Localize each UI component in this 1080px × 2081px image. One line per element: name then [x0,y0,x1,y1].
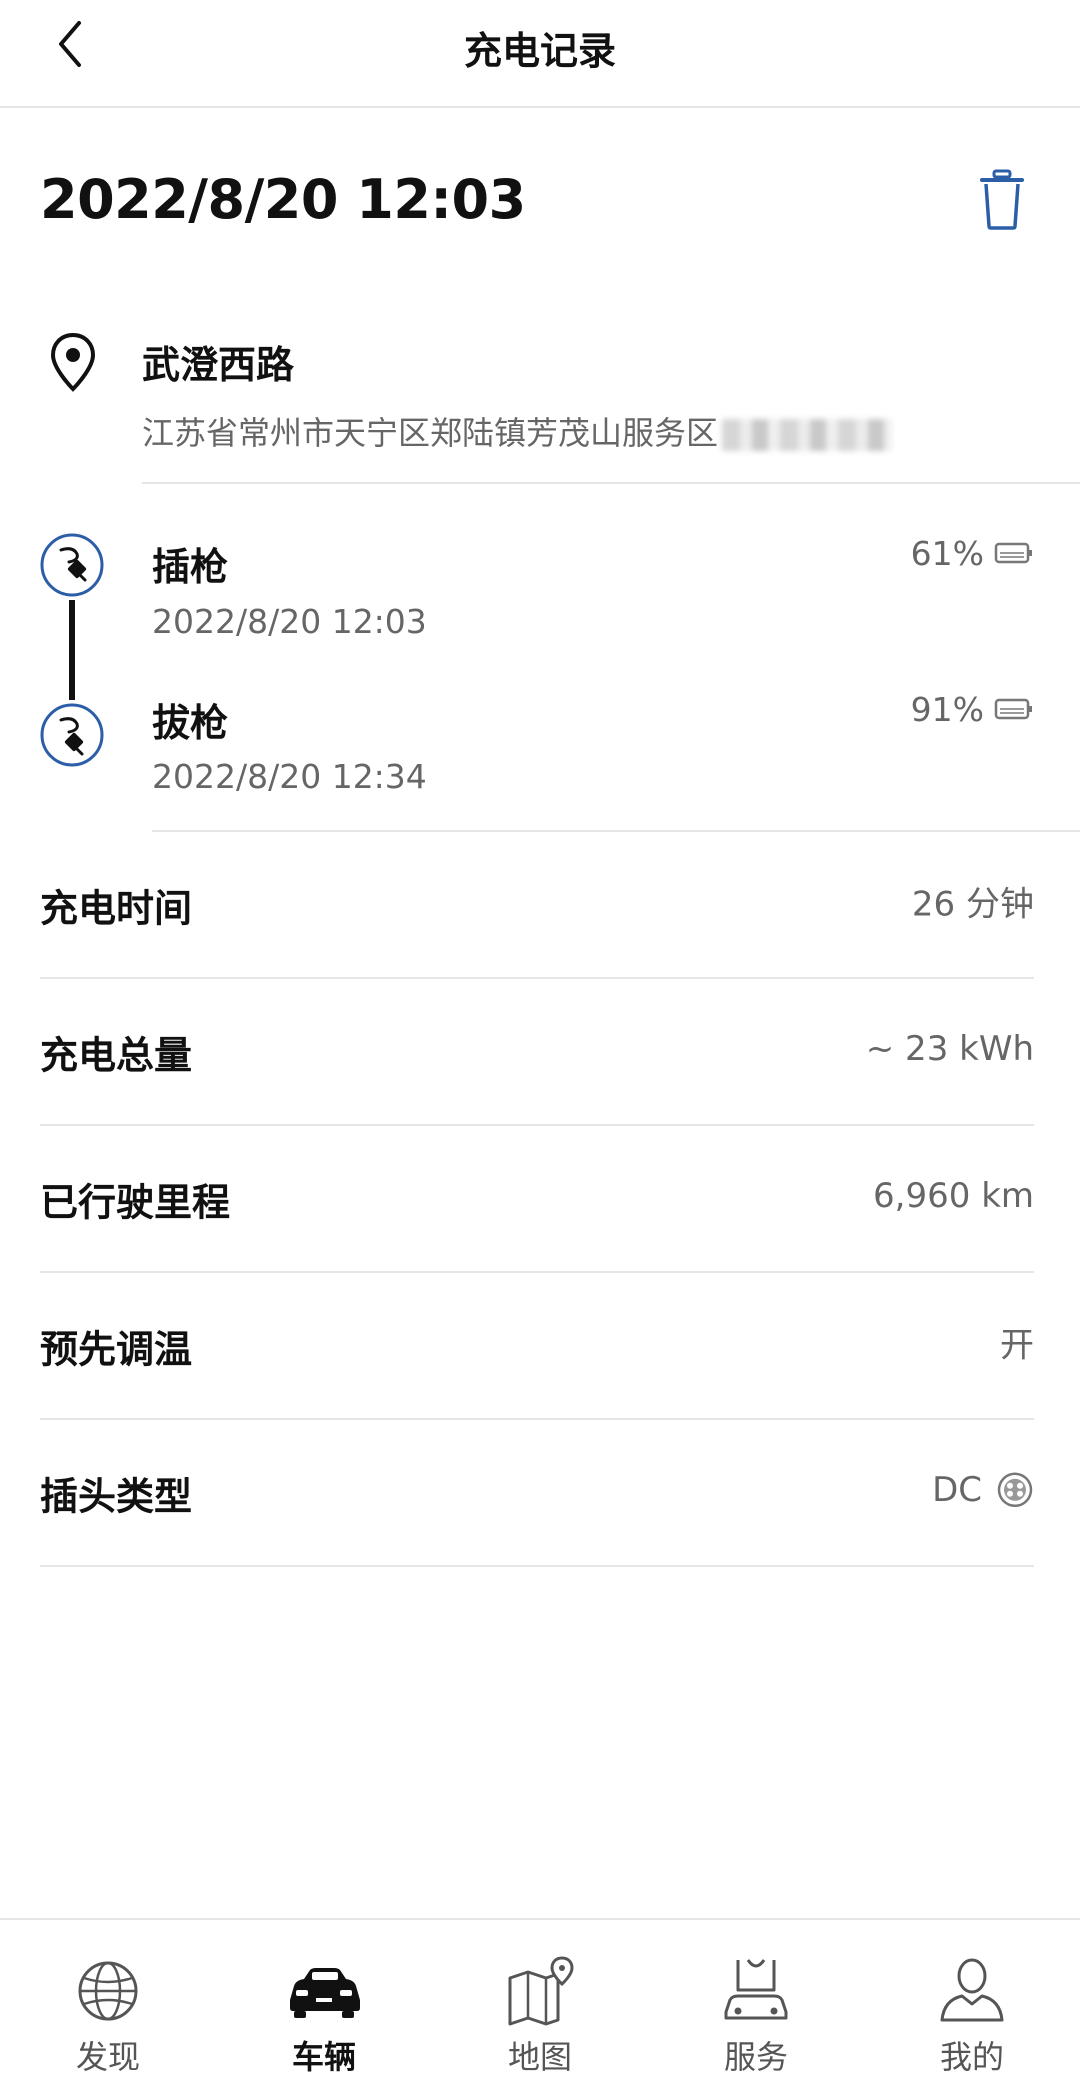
event-time-plug-out: 2022/8/20 12:34 [152,757,427,796]
timeline-connector [69,600,75,700]
dc-connector-icon [997,1472,1033,1507]
detail-value: 开 [1000,1317,1034,1366]
tab-vehicle[interactable]: 车辆 [216,1920,432,2081]
detail-value: ~ 23 kWh [866,1028,1034,1068]
bottom-tab-bar: 发现 车辆 地图 服务 我的 [0,1918,1080,2081]
tab-service[interactable]: 服务 [648,1920,864,2081]
plug-in-icon [40,533,104,597]
event-label-plug-in: 插枪 [152,545,229,589]
page-title: 充电记录 [463,29,616,73]
globe-icon [78,1961,138,2021]
divider [142,482,1080,484]
location-pin-icon [50,332,96,392]
tab-label: 车辆 [291,2038,356,2076]
event-battery-plug-out: 91% [910,690,984,729]
detail-value: 6,960 km [873,1175,1034,1215]
detail-value-text: 6,960 km [873,1175,1034,1216]
detail-value-text: ~ 23 kWh [865,1028,1034,1069]
redacted-mask [722,419,893,451]
detail-row-plug-type: 插头类型 DC [40,1420,1034,1567]
tab-label: 我的 [939,2038,1004,2076]
plug-out-icon [40,703,104,767]
tab-me[interactable]: 我的 [864,1920,1080,2081]
detail-row-charged-energy: 充电总量 ~ 23 kWh [40,979,1034,1126]
tab-label: 服务 [723,2038,788,2076]
detail-row-preconditioning: 预先调温 开 [40,1273,1034,1420]
detail-row-mileage: 已行驶里程 6,960 km [40,1126,1034,1273]
location-address: 江苏省常州市天宁区郑陆镇芳茂山服务区 [142,408,893,454]
detail-value: DC [932,1469,1034,1509]
car-icon [290,1968,360,2018]
event-time-plug-in: 2022/8/20 12:03 [152,602,427,641]
detail-label: 充电时间 [40,886,193,930]
event-battery-plug-in: 61% [910,534,984,573]
map-icon [508,1956,574,2026]
location-address-text: 江苏省常州市天宁区郑陆镇芳茂山服务区 [142,414,719,452]
tab-label: 发现 [75,2038,140,2076]
tab-label: 地图 [507,2038,572,2076]
detail-label: 插头类型 [40,1474,193,1518]
trash-icon [980,169,1024,230]
tab-map[interactable]: 地图 [432,1920,648,2081]
tab-discover[interactable]: 发现 [0,1920,216,2081]
user-icon [940,1958,1004,2022]
detail-value-text: DC [932,1469,982,1510]
detail-label: 预先调温 [40,1327,193,1371]
delete-button[interactable] [972,168,1032,232]
detail-row-charging-time: 充电时间 26 分钟 [40,832,1034,979]
header: 充电记录 [0,0,1080,108]
detail-label: 充电总量 [40,1033,193,1077]
location-name: 武澄西路 [142,343,295,387]
detail-value-text: 开 [1000,1325,1034,1366]
detail-label: 已行驶里程 [40,1180,231,1224]
detail-value: 26 分钟 [912,876,1034,925]
service-car-icon [724,1959,788,2020]
detail-value-text: 26 分钟 [911,884,1034,925]
record-datetime: 2022/8/20 12:03 [40,168,526,231]
event-label-plug-out: 拔枪 [152,701,229,745]
battery-icon [994,542,1032,564]
battery-icon [994,698,1032,720]
